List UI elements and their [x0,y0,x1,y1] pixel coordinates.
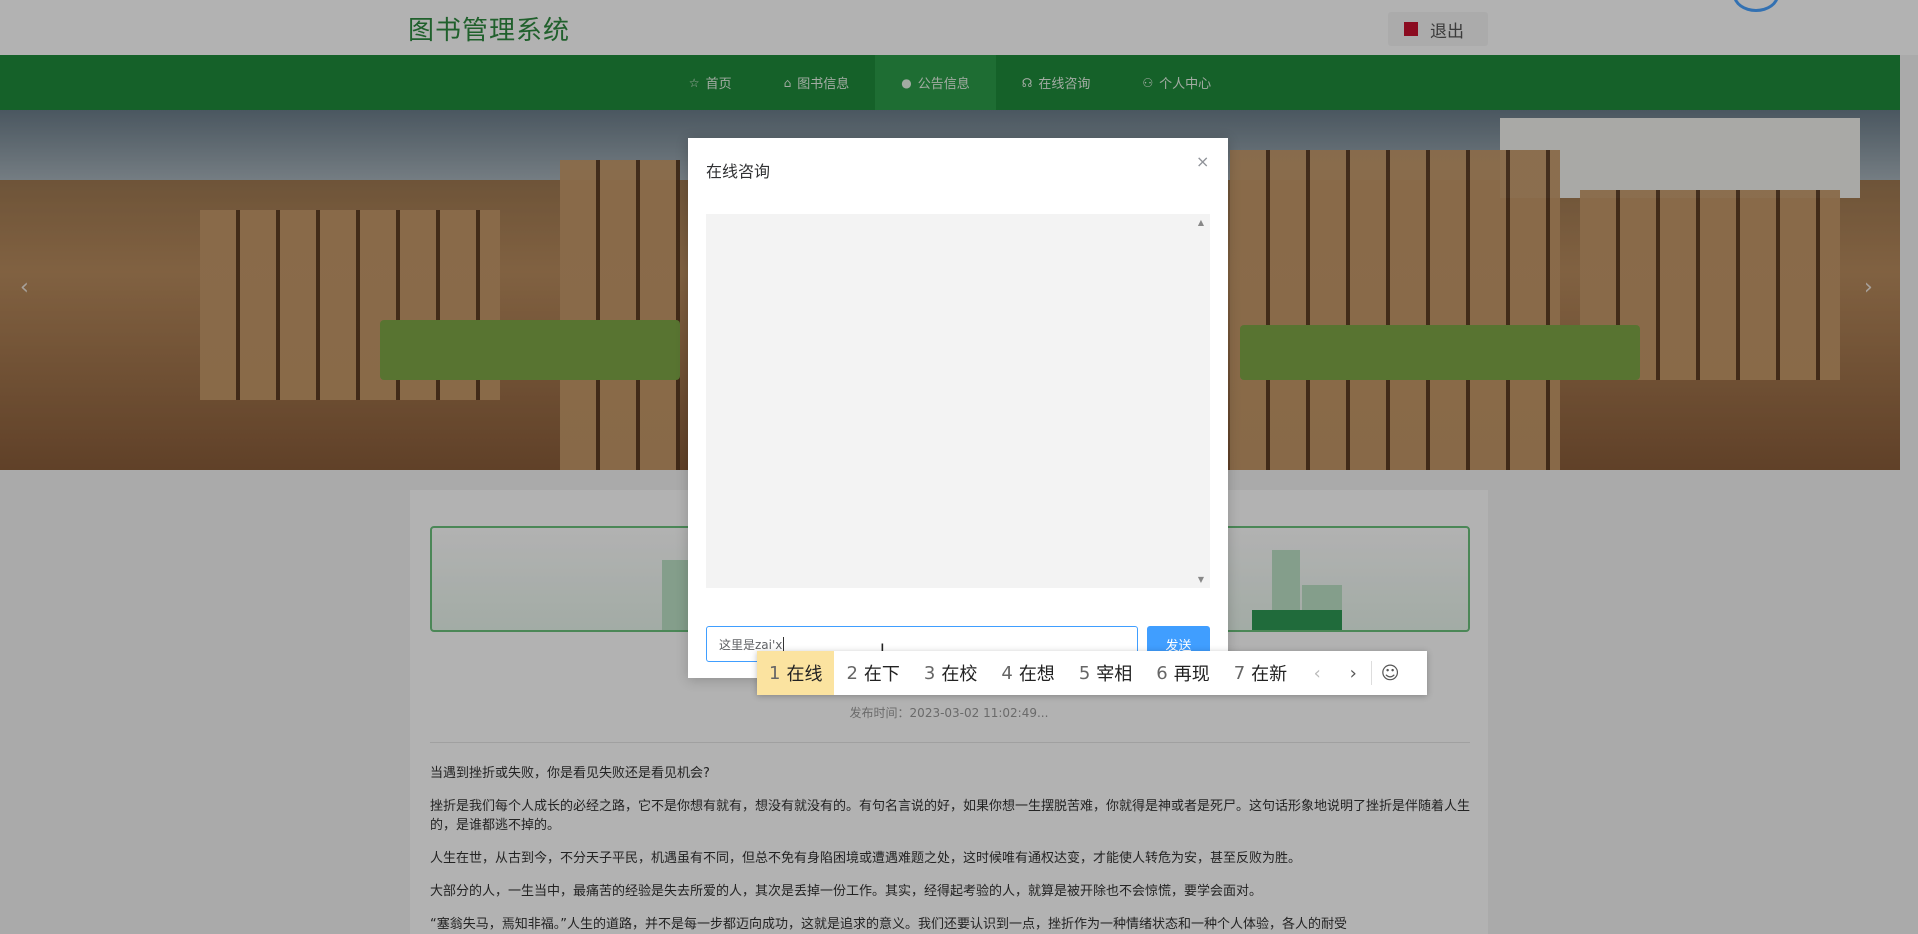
close-icon[interactable]: × [1196,152,1209,171]
chat-input-value: 这里是zai'x [719,637,783,652]
ime-candidate[interactable]: 4 在想 [989,651,1066,695]
candidate-text: 在下 [863,664,900,685]
candidate-number: 6 [1156,662,1168,684]
ime-candidate[interactable]: 1 在线 [757,651,835,695]
scroll-down-icon[interactable]: ▼ [1198,575,1204,584]
consult-dialog: 在线咨询 × ▲ ▼ 这里是zai'x 发送 [688,138,1228,678]
dialog-title: 在线咨询 [706,162,771,181]
ime-candidate[interactable]: 7 在新 [1222,651,1299,695]
ime-candidate[interactable]: 6 再现 [1144,651,1221,695]
text-caret [783,637,785,651]
candidate-text: 宰相 [1096,664,1133,685]
candidate-text: 在新 [1251,664,1288,685]
ime-candidate[interactable]: 2 在下 [834,651,911,695]
candidate-number: 2 [846,662,858,684]
emoji-icon[interactable]: ☺ [1372,651,1408,695]
candidate-number: 4 [1001,662,1013,684]
ime-candidate[interactable]: 3 在校 [912,651,989,695]
scroll-up-icon[interactable]: ▲ [1198,218,1204,227]
ime-prev-page-icon[interactable]: ‹ [1299,651,1335,695]
candidate-number: 3 [923,662,936,684]
ime-candidate[interactable]: 5 宰相 [1067,651,1144,695]
candidate-text: 在校 [941,664,978,685]
candidate-number: 1 [769,662,781,684]
ime-candidate-bar: 1 在线 2 在下 3 在校 4 在想 5 宰相 6 再现 7 在新 ‹ › ☺ [757,651,1427,695]
candidate-text: 在线 [786,664,823,685]
ime-next-page-icon[interactable]: › [1335,651,1371,695]
chat-messages[interactable]: ▲ ▼ [706,214,1210,588]
candidate-number: 7 [1233,662,1246,684]
candidate-number: 5 [1078,662,1091,684]
candidate-text: 再现 [1173,664,1210,685]
candidate-text: 在想 [1018,664,1055,685]
